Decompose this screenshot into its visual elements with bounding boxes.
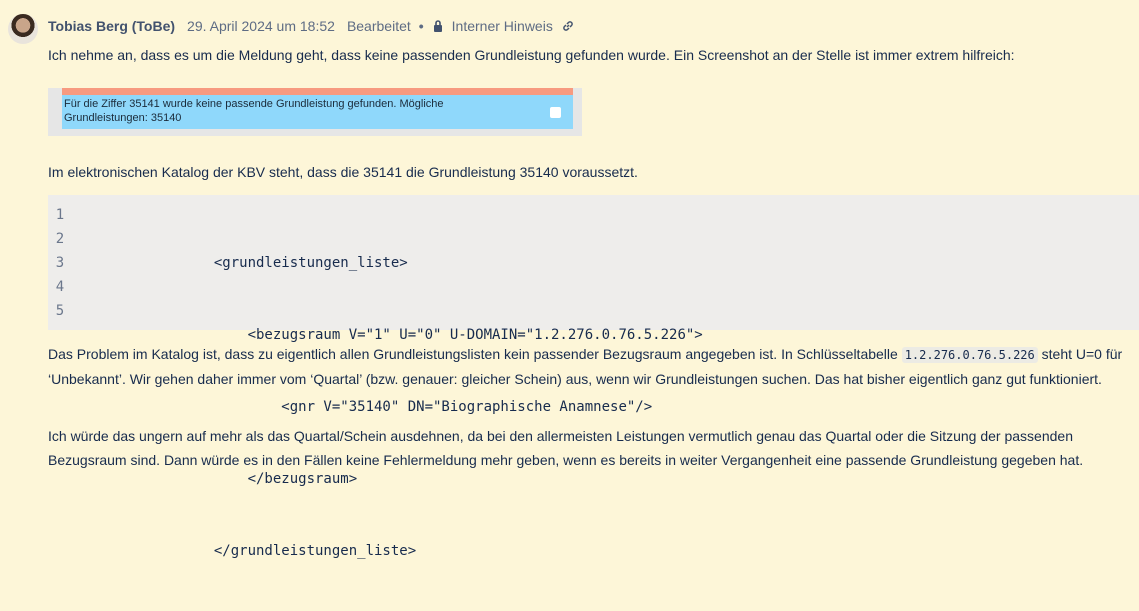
code-line: <grundleistungen_liste>	[79, 255, 408, 271]
separator-dot: •	[418, 18, 424, 34]
screenshot-message-line1: Für die Ziffer 35141 wurde keine passend…	[64, 98, 444, 110]
line-number: 4	[55, 279, 65, 295]
line-number: 5	[55, 303, 65, 319]
author-name[interactable]: Tobias Berg (ToBe)	[48, 18, 175, 34]
screenshot-message-line2: Grundleistungen: 35140	[64, 112, 182, 124]
code-lines: <grundleistungen_liste> <bezugsraum V="1…	[79, 203, 703, 611]
link-icon[interactable]	[561, 19, 575, 33]
edited-label: Bearbeitet	[346, 18, 411, 34]
comment-meta: Tobias Berg (ToBe) 29. April 2024 um 18:…	[48, 16, 575, 36]
lock-icon	[432, 19, 444, 33]
code-line: <gnr V="35140" DN="Biographische Anamnes…	[79, 399, 653, 415]
line-number: 2	[55, 231, 65, 247]
paragraph-problem-text-1: Das Problem im Katalog ist, dass zu eige…	[48, 346, 902, 362]
line-number-gutter: 1 2 3 4 5	[48, 203, 72, 323]
screenshot-message: Für die Ziffer 35141 wurde keine passend…	[62, 95, 573, 129]
paragraph-problem: Das Problem im Katalog ist, dass zu eige…	[48, 342, 1133, 391]
code-block[interactable]: 1 2 3 4 5 <grundleistungen_liste> <bezug…	[48, 195, 1139, 559]
code-line: </grundleistungen_liste>	[79, 543, 417, 559]
screenshot-header-bar	[62, 88, 573, 95]
line-number: 1	[55, 207, 65, 223]
restriction-label[interactable]: Interner Hinweis	[452, 18, 553, 34]
paragraph-intro: Ich nehme an, dass es um die Meldung geh…	[48, 47, 1015, 63]
avatar[interactable]	[8, 14, 38, 44]
paragraph-conclusion: Ich würde das ungern auf mehr als das Qu…	[48, 428, 1084, 468]
line-number: 3	[55, 255, 65, 271]
checkbox	[550, 107, 561, 118]
comment-date[interactable]: 29. April 2024 um 18:52	[187, 18, 335, 34]
inline-code: 1.2.276.0.76.5.226	[901, 347, 1038, 363]
embedded-screenshot[interactable]: Für die Ziffer 35141 wurde keine passend…	[48, 88, 582, 136]
paragraph-catalog: Im elektronischen Katalog der KBV steht,…	[48, 164, 638, 180]
